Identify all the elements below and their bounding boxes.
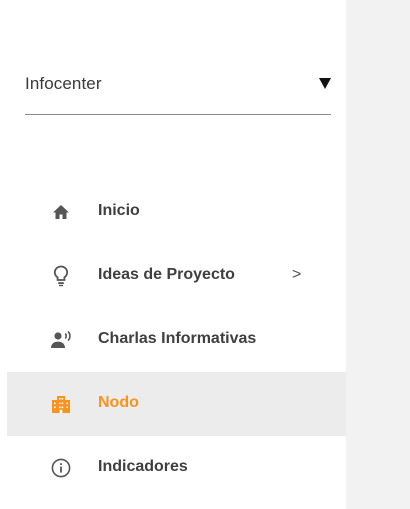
record-voice-icon [50, 329, 72, 351]
building-icon [50, 393, 72, 415]
sidebar-item-inicio[interactable]: Inicio [7, 180, 346, 244]
sidebar-item-ideas-de-proyecto[interactable]: Ideas de Proyecto > [7, 244, 346, 308]
home-icon [50, 201, 72, 223]
sidebar-item-charlas-informativas[interactable]: Charlas Informativas [7, 308, 346, 372]
app: Infocenter Inicio Ideas de Proyecto > Ch… [0, 0, 410, 509]
sidebar-item-label: Inicio [98, 202, 140, 219]
lightbulb-icon [50, 265, 72, 287]
sidebar-nav: Inicio Ideas de Proyecto > Charlas Infor… [7, 180, 346, 500]
chevron-right-icon[interactable]: > [292, 266, 301, 284]
sidebar-item-indicadores[interactable]: Indicadores [7, 436, 346, 500]
nodo-select-value: Infocenter [25, 74, 102, 93]
sidebar-item-label: Ideas de Proyecto [98, 266, 235, 283]
dropdown-arrow-icon[interactable] [319, 78, 331, 89]
nodo-select[interactable]: Infocenter [25, 66, 331, 115]
sidebar-item-label: Nodo [98, 394, 139, 411]
sidebar: Infocenter Inicio Ideas de Proyecto > Ch… [0, 0, 346, 509]
sidebar-item-label: Indicadores [98, 458, 188, 475]
sidebar-item-label: Charlas Informativas [98, 330, 257, 347]
main-content [346, 0, 410, 509]
info-icon [50, 457, 72, 479]
sidebar-item-nodo[interactable]: Nodo [7, 372, 346, 436]
